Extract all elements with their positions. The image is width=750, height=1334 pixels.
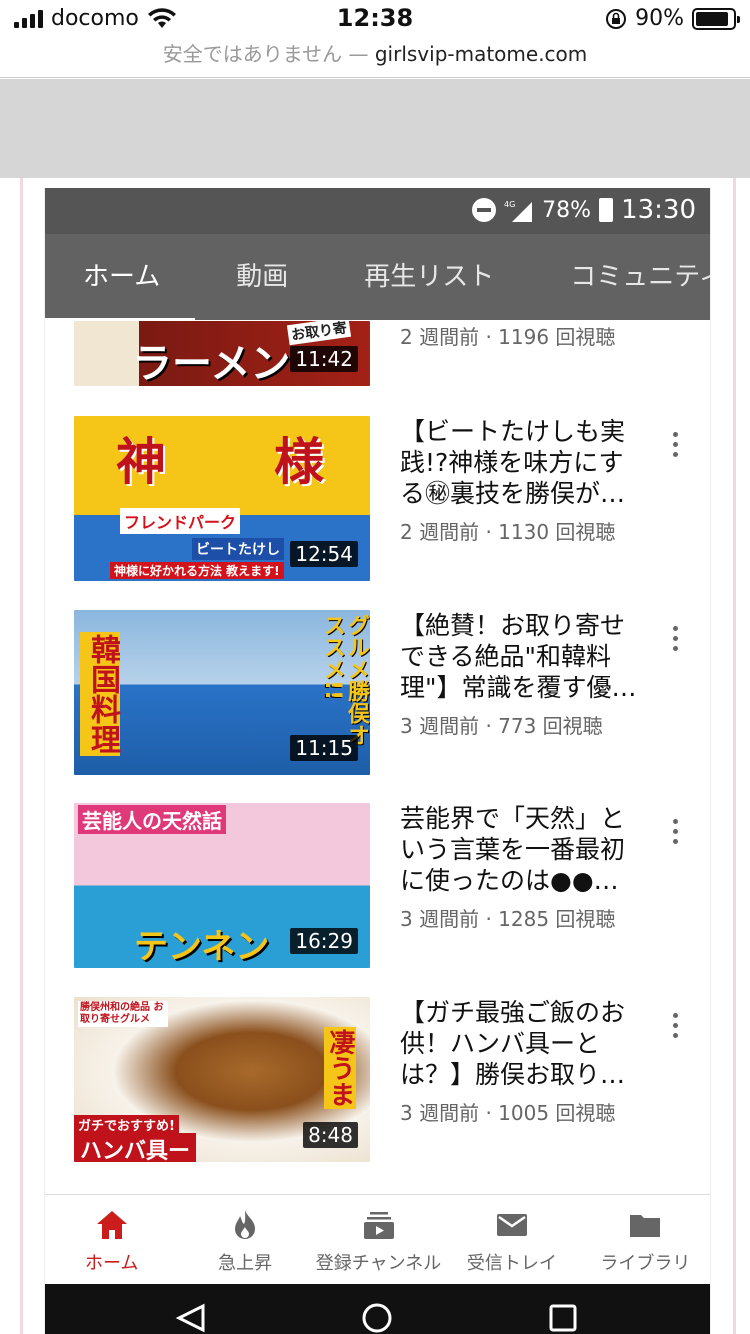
video-thumbnail[interactable]: 韓国料理 グルメ勝俣オススメ!! 11:15 xyxy=(74,610,370,775)
thumbnail-caption-2: 様 xyxy=(274,433,324,491)
nav-inbox[interactable]: 受信トレイ xyxy=(445,1195,578,1286)
folder-icon xyxy=(630,1215,661,1237)
nav-label: 受信トレイ xyxy=(466,1253,557,1274)
fire-icon xyxy=(235,1210,256,1239)
insecure-warning: 安全ではありません xyxy=(162,42,343,66)
thumbnail-banner: 神様に好かれる方法 教えます! xyxy=(110,562,284,579)
android-system-bar xyxy=(45,1284,710,1334)
video-item[interactable]: 神 様 フレンドパーク ビートたけし 神様に好かれる方法 教えます! 12:54… xyxy=(74,416,684,581)
battery-percent: 90% xyxy=(635,6,684,31)
video-item[interactable]: 韓国料理 グルメ勝俣オススメ!! 11:15 【絶賛！お取り寄せできる絶品"和韓… xyxy=(74,610,684,775)
video-duration: 8:48 xyxy=(303,1122,358,1148)
tab-home[interactable]: ホーム xyxy=(45,234,198,320)
thumbnail-caption-2: ハンバ具ー xyxy=(74,1133,197,1162)
nav-label: 登録チャンネル xyxy=(315,1253,442,1274)
svg-text:4G: 4G xyxy=(504,200,515,209)
battery-icon xyxy=(692,7,740,30)
thumbnail-caption-2: テンネン xyxy=(134,927,270,967)
video-meta: 3 週間前 · 1005 回視聴 xyxy=(400,1101,616,1125)
video-item[interactable]: ラーメン お取り寄 11:42 2 週間前 · 1196 回視聴 xyxy=(74,321,684,386)
tab-playlists[interactable]: 再生リスト xyxy=(326,234,532,320)
video-thumbnail[interactable]: ラーメン お取り寄 11:42 xyxy=(74,321,370,386)
video-title[interactable]: 【絶賛！お取り寄せできる絶品"和韓料理"】常識を覆す優… xyxy=(400,610,640,703)
ad-banner-placeholder xyxy=(0,79,750,178)
thumbnail-label-2: ビートたけし xyxy=(192,538,284,560)
nav-library[interactable]: ライブラリ xyxy=(579,1195,710,1286)
bottom-navigation: ホーム 急上昇 登録チャンネル 受信トレイ ライブラリ xyxy=(45,1194,710,1286)
video-duration: 16:29 xyxy=(290,928,358,954)
video-duration: 11:15 xyxy=(290,735,358,761)
thumbnail-label-2: ガチでおすすめ! xyxy=(74,1115,179,1134)
nav-home[interactable]: ホーム xyxy=(45,1195,178,1286)
more-options-icon[interactable] xyxy=(670,432,680,462)
more-options-icon[interactable] xyxy=(670,819,680,849)
home-button-icon[interactable] xyxy=(359,1302,395,1334)
left-border xyxy=(20,178,23,1334)
video-meta: 3 週間前 · 1285 回視聴 xyxy=(400,907,616,931)
video-item[interactable]: 芸能人の天然話 テンネン 16:29 芸能界で「天然」という言葉を一番最初に使っ… xyxy=(74,803,684,968)
video-meta: 2 週間前 · 1196 回視聴 xyxy=(400,325,616,349)
more-options-icon[interactable] xyxy=(670,626,680,656)
address-bar[interactable]: 安全ではありません — girlsvip-matome.com xyxy=(0,40,750,78)
video-item[interactable]: 勝俣州和の絶品 お取り寄せグルメ 凄うま ガチでおすすめ! ハンバ具ー 8:48… xyxy=(74,997,684,1162)
recents-icon[interactable] xyxy=(545,1302,581,1334)
video-thumbnail[interactable]: 芸能人の天然話 テンネン 16:29 xyxy=(74,803,370,968)
nav-label: ライブラリ xyxy=(600,1253,691,1274)
video-meta: 3 週間前 · 773 回視聴 xyxy=(400,714,603,738)
video-thumbnail[interactable]: 勝俣州和の絶品 お取り寄せグルメ 凄うま ガチでおすすめ! ハンバ具ー 8:48 xyxy=(74,997,370,1162)
nav-subscriptions[interactable]: 登録チャンネル xyxy=(312,1195,445,1286)
thumbnail-caption: 神 xyxy=(116,433,166,491)
home-icon xyxy=(96,1211,127,1239)
subscriptions-icon xyxy=(363,1212,394,1239)
mail-icon xyxy=(496,1214,527,1236)
url-domain: girlsvip-matome.com xyxy=(374,42,588,66)
tab-community[interactable]: コミュニティ xyxy=(532,234,710,320)
android-battery-percent: 78% xyxy=(542,197,592,223)
android-status-bar: 4G 78% 13:30 xyxy=(45,188,710,234)
signal-4g-icon: 4G xyxy=(504,200,533,222)
thumbnail-caption: 凄うま xyxy=(324,1027,356,1109)
thumbnail-caption: 芸能人の天然話 xyxy=(78,805,226,834)
video-meta: 2 週間前 · 1130 回視聴 xyxy=(400,520,616,544)
thumbnail-caption: ラーメン xyxy=(132,341,291,386)
video-duration: 11:42 xyxy=(290,346,358,372)
tab-videos[interactable]: 動画 xyxy=(198,234,326,320)
thumbnail-label: 勝俣州和の絶品 お取り寄せグルメ xyxy=(78,1001,168,1027)
video-title[interactable]: 【ビートたけしも実践!?神様を味方にする㊙裏技を勝俣が… xyxy=(400,416,640,509)
video-duration: 12:54 xyxy=(290,541,358,567)
nav-trending[interactable]: 急上昇 xyxy=(178,1195,311,1286)
nav-label: 急上昇 xyxy=(218,1253,273,1274)
video-title[interactable]: 【ガチ最強ご飯のお供！ハンバ具ーとは？】勝俣お取り… xyxy=(400,997,640,1090)
thumbnail-tag: お取り寄 xyxy=(286,321,352,346)
video-thumbnail[interactable]: 神 様 フレンドパーク ビートたけし 神様に好かれる方法 教えます! 12:54 xyxy=(74,416,370,581)
do-not-disturb-icon xyxy=(472,198,497,222)
thumbnail-caption: 韓国料理 xyxy=(80,632,120,756)
ios-status-bar: docomo 12:38 90% xyxy=(0,0,750,40)
nav-label: ホーム xyxy=(84,1253,139,1274)
url-separator: — xyxy=(348,42,369,66)
more-options-icon[interactable] xyxy=(670,1013,680,1043)
android-clock: 13:30 xyxy=(621,195,696,225)
embedded-screenshot: 4G 78% 13:30 ホーム 動画 再生リスト コミュニティ ラーメン お取… xyxy=(44,188,711,1334)
rotation-lock-icon xyxy=(606,8,627,29)
channel-tabs: ホーム 動画 再生リスト コミュニティ xyxy=(45,234,710,320)
android-battery-icon xyxy=(599,198,614,222)
thumbnail-label: フレンドパーク xyxy=(120,508,241,534)
back-icon[interactable] xyxy=(173,1302,209,1334)
right-border xyxy=(733,178,736,1334)
video-title[interactable]: 芸能界で「天然」という言葉を一番最初に使ったのは●●… xyxy=(400,803,640,896)
